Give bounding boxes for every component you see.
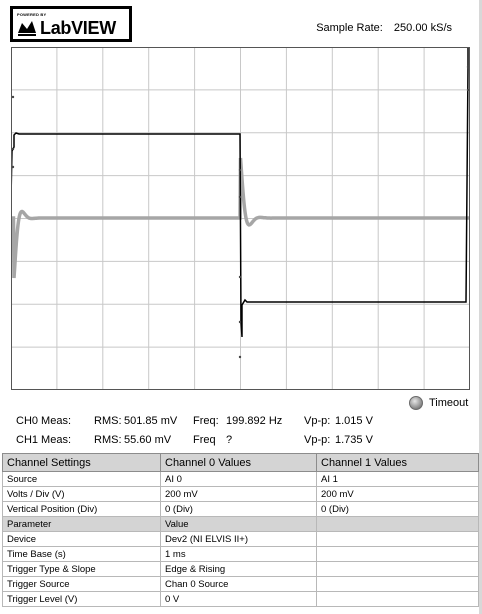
powered-by-label: POWERED BY [17, 12, 47, 17]
table-row: Device Dev2 (NI ELVIS II+) [2, 531, 479, 547]
table-cell: Trigger Level (V) [2, 591, 161, 607]
table-cell: Volts / Div (V) [2, 486, 161, 502]
table-cell: Trigger Source [2, 576, 161, 592]
table-cell: 0 (Div) [316, 501, 479, 517]
ch1-freq-value: ? [226, 434, 233, 446]
table-cell [316, 561, 479, 577]
ch0-vpp-label: Vp-p: [304, 415, 331, 427]
ch0-label: CH0 Meas: [16, 415, 72, 427]
ni-eagle-icon [18, 21, 36, 36]
channel-0-sample-marker [466, 65, 470, 69]
channel-0-sample-marker [238, 168, 242, 172]
ch0-freq-value: 199.892 Hz [226, 415, 283, 427]
table-cell: Source [2, 471, 161, 487]
table-cell [316, 531, 479, 547]
sample-rate: Sample Rate: 250.00 kS/s [316, 22, 452, 34]
table-row: Volts / Div (V) 200 mV 200 mV [2, 486, 479, 502]
table-cell: 0 (Div) [160, 501, 317, 517]
ch0-rms-value: 501.85 mV [124, 415, 178, 427]
table-row: Vertical Position (Div) 0 (Div) 0 (Div) [2, 501, 479, 517]
channel-0-sample-marker [11, 165, 15, 169]
labview-brand: LabVIEW [40, 18, 116, 38]
table-cell: Vertical Position (Div) [2, 501, 161, 517]
column-header-channel-1: Channel 1 Values [316, 453, 479, 472]
oscilloscope-graph[interactable] [11, 47, 470, 390]
ch1-rms-value: 55.60 mV [124, 434, 172, 446]
column-header-channel-0: Channel 0 Values [160, 453, 317, 472]
table-cell: 0 V [160, 591, 317, 607]
table-cell: AI 1 [316, 471, 479, 487]
ch1-vpp-label: Vp-p: [304, 434, 331, 446]
ch1-vpp-value: 1.735 V [335, 434, 373, 446]
timeout-label: Timeout [429, 397, 469, 409]
ch0-rms-label: RMS: [94, 415, 122, 427]
ch1-freq-label: Freq [193, 434, 216, 446]
table-cell: 1 ms [160, 546, 317, 562]
table-cell: 200 mV [316, 486, 479, 502]
table-cell [316, 546, 479, 562]
channel-0-sample-marker [238, 275, 242, 279]
column-header-channel-settings: Channel Settings [2, 453, 161, 472]
channel-0-sample-marker [238, 355, 242, 359]
channel-0-sample-marker [238, 195, 242, 199]
table-cell: Trigger Type & Slope [2, 561, 161, 577]
table-cell: Device [2, 531, 161, 547]
timeout-indicator: Timeout [409, 396, 468, 410]
ch0-vpp-value: 1.015 V [335, 415, 373, 427]
table-row: Trigger Type & Slope Edge & Rising [2, 561, 479, 577]
channel-0-sample-marker [466, 88, 470, 92]
table-cell [316, 591, 479, 607]
table-cell: Dev2 (NI ELVIS II+) [160, 531, 317, 547]
table-cell: Chan 0 Source [160, 576, 317, 592]
channel-0-sample-marker [11, 95, 15, 99]
table-cell: Time Base (s) [2, 546, 161, 562]
channel-0-sample-marker [11, 147, 15, 151]
table-subheader-row: Parameter Value [2, 516, 479, 532]
table-row: Trigger Source Chan 0 Source [2, 576, 479, 592]
labview-logo: POWERED BY LabVIEW [10, 6, 132, 42]
table-cell: Value [160, 516, 317, 532]
table-cell: AI 0 [160, 471, 317, 487]
table-cell: 200 mV [160, 486, 317, 502]
settings-table: Channel Settings Channel 0 Values Channe… [2, 453, 479, 607]
table-cell: Edge & Rising [160, 561, 317, 577]
ch0-freq-label: Freq: [193, 415, 219, 427]
ch1-label: CH1 Meas: [16, 434, 72, 446]
table-cell [316, 516, 479, 532]
channel-0-sample-marker [238, 320, 242, 324]
table-row: Time Base (s) 1 ms [2, 546, 479, 562]
table-row: Trigger Level (V) 0 V [2, 591, 479, 607]
table-row: Source AI 0 AI 1 [2, 471, 479, 487]
sample-rate-label: Sample Rate: [316, 22, 383, 34]
sample-rate-value: 250.00 kS/s [393, 22, 452, 34]
settings-table-header: Channel Settings Channel 0 Values Channe… [2, 453, 479, 472]
ch1-rms-label: RMS: [94, 434, 122, 446]
timeout-led-icon [409, 396, 423, 410]
table-cell [316, 576, 479, 592]
table-cell: Parameter [2, 516, 161, 532]
